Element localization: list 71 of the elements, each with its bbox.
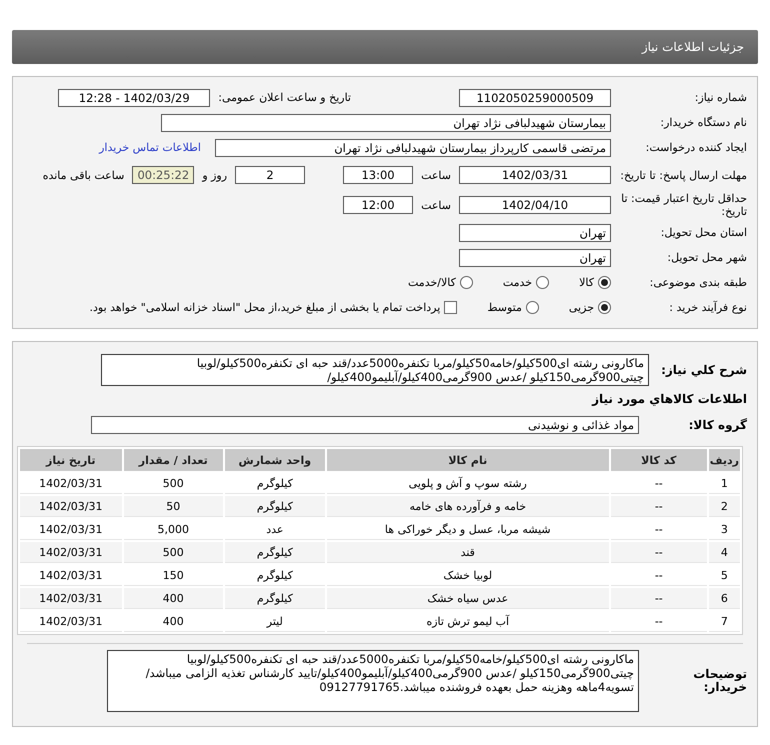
table-cell: -- xyxy=(610,588,707,609)
field-label: تاریخ و ساعت اعلان عمومی: xyxy=(218,91,351,104)
radio-button[interactable] xyxy=(598,276,611,289)
checkbox[interactable] xyxy=(444,301,458,314)
field-label: شهر محل تحویل: xyxy=(666,251,747,264)
column-header: واحد شمارش xyxy=(224,449,325,471)
city-field: تهران xyxy=(459,248,611,266)
column-header: ردیف xyxy=(708,449,740,471)
radio-label: خدمت xyxy=(502,276,532,289)
deadline-date-field: 1402/03/31 xyxy=(459,166,611,184)
field-label: مهلت ارسال پاسخ: تا تاریخ: xyxy=(619,168,747,182)
radio-label: جزیی xyxy=(568,301,594,314)
radio-label: متوسط xyxy=(487,301,522,314)
radio-button[interactable] xyxy=(526,301,539,314)
table-cell: عدس سیاه خشک xyxy=(326,588,609,609)
field-label: استان محل تحویل: xyxy=(660,226,747,239)
table-cell: 4 xyxy=(708,542,740,563)
field-label: طبقه بندی موضوعی: xyxy=(648,276,747,289)
column-header: کد کالا xyxy=(610,449,707,471)
province-field: تهران xyxy=(459,224,611,242)
table-cell: 500 xyxy=(124,542,223,563)
remaining-time-field: 00:25:22 xyxy=(132,166,194,184)
buyer-org-field: بیمارستان شهیدلبافی نژاد تهران xyxy=(161,114,611,132)
summary-field: ماکارونی رشته ای500کیلو/خامه50کیلو/مربا تکنفره5000عدد/قند حبه ای تکنفره500کیلو/لوبیا چیتی900گرمی150کیلو /عدس 900گرمی400کیلو/آبلیمو400کیلو/ xyxy=(101,354,649,386)
column-header: تعداد / مقدار xyxy=(124,449,223,471)
radio-button[interactable] xyxy=(460,276,473,289)
table-cell: 1402/03/31 xyxy=(20,496,122,517)
field-label: گروه کالا: xyxy=(688,418,747,432)
table-cell: -- xyxy=(610,496,707,517)
field-label: نوع فرآیند خرید : xyxy=(668,301,747,314)
page-title: جزئیات اطلاعات نیاز xyxy=(12,30,758,64)
table-cell: 1402/03/31 xyxy=(20,542,122,563)
radio-button[interactable] xyxy=(536,276,550,289)
table-cell: -- xyxy=(610,542,707,563)
table-cell: کیلوگرم xyxy=(224,542,325,563)
validity-date-field: 1402/04/10 xyxy=(459,196,611,214)
need-number-field: 1102050259000509 xyxy=(459,88,611,106)
radio-label: کالا xyxy=(579,276,594,289)
table-cell: قند xyxy=(326,542,609,563)
requester-field: مرتضی قاسمی کارپرداز بیمارستان شهیدلبافی نژاد تهران xyxy=(215,138,611,156)
field-label: توضیحات خریدار: xyxy=(692,668,747,694)
days-label: روز و xyxy=(202,168,228,182)
table-cell: خامه و فرآورده های خامه xyxy=(326,496,609,517)
table-cell: 1402/03/31 xyxy=(20,588,122,609)
goods-group-field: مواد غذائی و نوشیدنی xyxy=(91,416,639,434)
field-label: ایجاد کننده درخواست: xyxy=(644,141,747,154)
days-field: 2 xyxy=(235,166,306,184)
field-label: حداقل تاریخ اعتبار قیمت: تا تاریخ: xyxy=(620,192,747,218)
column-header: تاریخ نیاز xyxy=(20,449,122,471)
radio-label: کالا/خدمت xyxy=(408,276,456,289)
buyer-notes-field: ماکارونی رشته ای500کیلو/خامه50کیلو/مربا تکنفره5000عدد/قند حبه ای تکنفره500کیلو/لوبیا چیتی900گرمی150کیلو /عدس 900گرمی400کیلو/آبلیمو400کیلو/تایید کارشناس تغذیه الزامی میباشد/تسویه4ماهه وهزینه حمل بعهده فروشنده میباشد.09127791765 xyxy=(107,650,639,712)
checkbox-label: پرداخت تمام یا بخشی از مبلغ خرید،از محل "اسناد خزانه اسلامی" خواهد بود. xyxy=(90,301,440,314)
field-label: شرح کلي نياز: xyxy=(660,364,747,376)
time-label: ساعت xyxy=(421,198,451,212)
table-cell: 6 xyxy=(708,588,740,609)
radio-button[interactable] xyxy=(598,301,611,314)
validity-time-field: 12:00 xyxy=(343,196,414,214)
time-label: ساعت xyxy=(421,168,451,182)
table-cell: 2 xyxy=(708,496,740,517)
announce-date-field: 1402/03/29 - 12:28 xyxy=(58,88,210,106)
table-cell: کیلوگرم xyxy=(224,588,325,609)
buyer-contact-link[interactable]: اطلاعات تماس خریدار xyxy=(99,141,201,154)
remaining-label: ساعت باقی مانده xyxy=(42,168,124,182)
section-heading: اطلاعات کالاهاي مورد نياز xyxy=(590,391,748,408)
column-header: نام کالا xyxy=(326,449,609,471)
field-label: نام دستگاه خریدار: xyxy=(659,116,747,129)
table-cell: 50 xyxy=(124,496,223,517)
deadline-time-field: 13:00 xyxy=(343,166,414,184)
table-cell: 400 xyxy=(124,588,223,609)
field-label: شماره نیاز: xyxy=(694,91,747,104)
table-cell: کیلوگرم xyxy=(224,496,325,517)
